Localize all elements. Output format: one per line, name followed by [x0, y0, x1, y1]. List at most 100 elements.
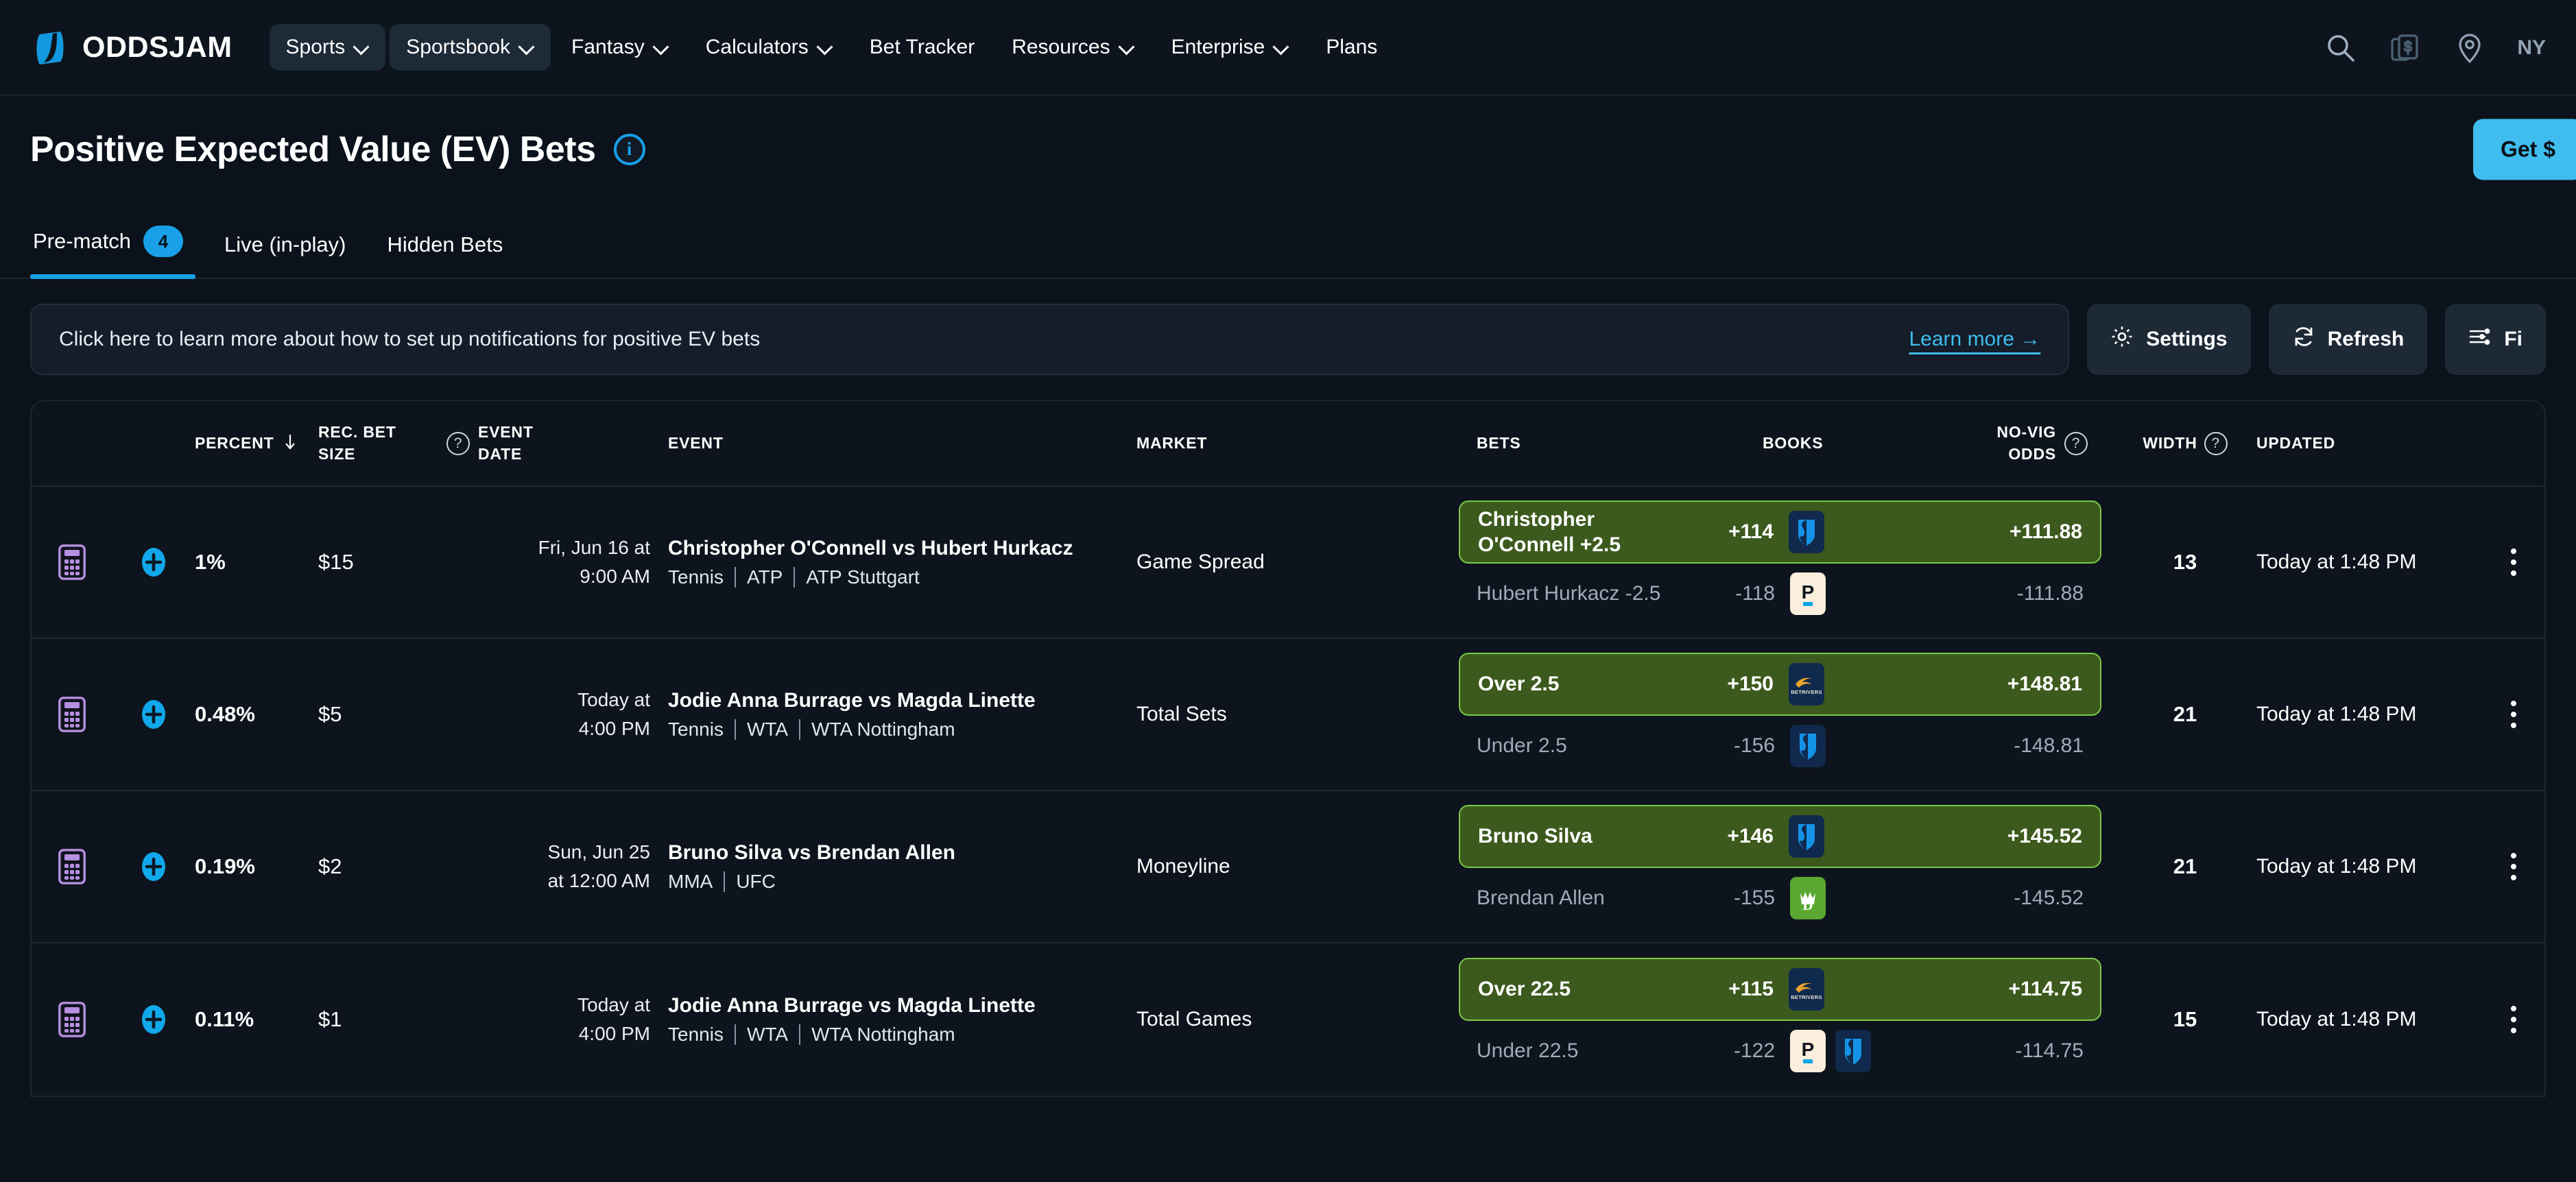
chevron-down-icon	[1119, 40, 1134, 55]
column-label-percent: Percent	[195, 434, 274, 452]
primary-bet-row[interactable]: Christopher O'Connell +2.5 +114 +111.88	[1459, 500, 2101, 564]
bet-cards-dollar-icon[interactable]	[2388, 31, 2422, 65]
column-header-rec-bet-size[interactable]: Rec. Bet Size	[318, 422, 438, 464]
add-to-betslip-icon[interactable]	[137, 1003, 170, 1036]
calculator-icon[interactable]	[58, 697, 86, 732]
event-cell[interactable]: Jodie Anna Burrage vs Magda Linette Tenn…	[653, 689, 1136, 740]
get-promo-button[interactable]: Get $	[2472, 119, 2576, 180]
nav-item-plans[interactable]: Plans	[1309, 24, 1394, 71]
primary-bet-row[interactable]: Over 22.5 +115 BETRIVERS +114.75	[1459, 958, 2101, 1021]
column-header-event[interactable]: Event	[653, 434, 1136, 453]
nav-item-calculators[interactable]: Calculators	[689, 24, 849, 71]
nav-item-resources[interactable]: Resources	[995, 24, 1150, 71]
notice-text: Click here to learn more about how to se…	[59, 328, 761, 350]
nav-item-sportsbook[interactable]: Sportsbook	[390, 24, 551, 71]
settings-button[interactable]: Settings	[2087, 304, 2251, 375]
bets-block: Over 22.5 +115 BETRIVERS +114.75 Under 2…	[1459, 958, 2114, 1081]
tab-hidden-bets[interactable]: Hidden Bets	[366, 232, 523, 278]
info-icon[interactable]: i	[613, 133, 645, 165]
market-name: Game Spread	[1136, 551, 1265, 573]
calculator-icon[interactable]	[58, 544, 86, 580]
svg-text:P: P	[1802, 581, 1815, 603]
betrivers-book-icon[interactable]: BETRIVERS	[1789, 663, 1824, 705]
column-label-rec-bet-size-line1: Rec. Bet	[318, 423, 396, 442]
question-mark-icon[interactable]: ?	[446, 431, 470, 455]
table-row[interactable]: 1% $15 Fri, Jun 16 at 9:00 AM Christopher…	[32, 487, 2544, 639]
bets-block: Christopher O'Connell +2.5 +114 +111.88 …	[1459, 500, 2114, 624]
column-label-event-date-line2: Date	[478, 444, 523, 463]
kebab-menu-icon[interactable]	[2504, 542, 2523, 583]
nav-item-label: Sports	[285, 36, 346, 58]
nav-item-label: Sportsbook	[406, 36, 511, 58]
settings-label: Settings	[2146, 328, 2228, 350]
column-label-rec-bet-size-line2: Size	[318, 444, 356, 463]
filters-icon	[2468, 325, 2492, 354]
tab-pre-match[interactable]: Pre-match 4	[30, 226, 204, 279]
pinnacle-book-icon[interactable]: P	[1790, 572, 1826, 615]
search-icon[interactable]	[2324, 31, 2358, 65]
primary-bet-odds: +146	[1727, 825, 1774, 847]
column-header-event-date[interactable]: Event Date	[478, 422, 653, 464]
column-header-books[interactable]: Books	[1748, 434, 1892, 453]
column-header-percent[interactable]: Percent	[195, 433, 318, 455]
add-to-betslip-icon[interactable]	[137, 698, 170, 731]
rec-bet-size-value: $15	[318, 550, 354, 574]
secondary-bet-row[interactable]: Under 22.5 -122 P -114.75	[1459, 1021, 2101, 1081]
column-label-event-date-line1: Event	[478, 423, 534, 442]
question-mark-icon[interactable]: ?	[2204, 431, 2228, 455]
kebab-menu-icon[interactable]	[2504, 999, 2523, 1040]
secondary-bet-row[interactable]: Hubert Hurkacz -2.5 -118 P -111.88	[1459, 564, 2101, 624]
calculator-icon[interactable]	[58, 849, 86, 884]
table-row[interactable]: 0.48% $5 Today at 4:00 PM Jodie Anna Burr…	[32, 639, 2544, 791]
column-header-width[interactable]: Width ?	[2114, 431, 2256, 455]
nav-item-label: Plans	[1326, 36, 1378, 58]
draftkings-book-icon[interactable]: D	[1790, 877, 1826, 919]
width-value: 21	[2173, 854, 2197, 878]
primary-bet-odds: +114	[1728, 520, 1774, 543]
event-league: UFC	[736, 870, 776, 892]
event-date-cell: Fri, Jun 16 at 9:00 AM	[478, 533, 653, 591]
location-state-label[interactable]: NY	[2517, 36, 2546, 60]
event-date-line2: 9:00 AM	[580, 566, 650, 587]
table-row[interactable]: 0.19% $2 Sun, Jun 25 at 12:00 AM Bruno Si…	[32, 791, 2544, 943]
location-pin-icon[interactable]	[2453, 31, 2487, 65]
nav-item-fantasy[interactable]: Fantasy	[555, 24, 685, 71]
nav-item-enterprise[interactable]: Enterprise	[1155, 24, 1306, 71]
event-cell[interactable]: Jodie Anna Burrage vs Magda Linette Tenn…	[653, 994, 1136, 1046]
secondary-bet-row[interactable]: Under 2.5 -156 -148.81	[1459, 716, 2101, 776]
fanduel-book-icon[interactable]	[1789, 511, 1824, 553]
brand-logo[interactable]: ODDSJAM	[30, 27, 232, 67]
column-header-updated[interactable]: Updated	[2256, 434, 2483, 453]
filters-button[interactable]: Fi	[2445, 304, 2546, 375]
table-row[interactable]: 0.11% $1 Today at 4:00 PM Jodie Anna Burr…	[32, 943, 2544, 1096]
column-header-bets[interactable]: Bets	[1477, 434, 1651, 453]
chevron-down-icon	[519, 40, 534, 55]
column-header-market[interactable]: Market	[1136, 434, 1459, 453]
learn-more-link[interactable]: Learn more →	[1909, 328, 2041, 351]
add-to-betslip-icon[interactable]	[137, 850, 170, 883]
question-mark-icon[interactable]: ?	[2064, 431, 2088, 455]
nav-item-bet-tracker[interactable]: Bet Tracker	[853, 24, 991, 71]
event-cell[interactable]: Bruno Silva vs Brendan Allen MMA UFC	[653, 841, 1136, 893]
width-value: 13	[2173, 550, 2197, 574]
add-to-betslip-icon[interactable]	[137, 546, 170, 579]
svg-text:BETRIVERS: BETRIVERS	[1791, 689, 1822, 695]
secondary-bet-row[interactable]: Brendan Allen -155 D -145.52	[1459, 868, 2101, 928]
nav-item-sports[interactable]: Sports	[269, 24, 386, 71]
refresh-button[interactable]: Refresh	[2268, 304, 2428, 375]
notifications-notice-banner[interactable]: Click here to learn more about how to se…	[30, 304, 2070, 375]
primary-bet-row[interactable]: Over 2.5 +150 BETRIVERS +148.81	[1459, 653, 2101, 716]
column-header-no-vig-odds[interactable]: No-Vig Odds	[1892, 422, 2056, 464]
fanduel-book-icon[interactable]	[1789, 815, 1824, 858]
svg-text:D: D	[1802, 897, 1813, 913]
primary-bet-row[interactable]: Bruno Silva +146 +145.52	[1459, 805, 2101, 868]
fanduel-book-icon[interactable]	[1835, 1030, 1871, 1072]
pinnacle-book-icon[interactable]: P	[1790, 1030, 1826, 1072]
betrivers-book-icon[interactable]: BETRIVERS	[1789, 968, 1824, 1011]
kebab-menu-icon[interactable]	[2504, 694, 2523, 735]
calculator-icon[interactable]	[58, 1002, 86, 1037]
kebab-menu-icon[interactable]	[2504, 846, 2523, 887]
event-cell[interactable]: Christopher O'Connell vs Hubert Hurkacz …	[653, 537, 1136, 588]
fanduel-book-icon[interactable]	[1790, 725, 1826, 767]
tab-live-in-play[interactable]: Live (in-play)	[204, 232, 366, 278]
